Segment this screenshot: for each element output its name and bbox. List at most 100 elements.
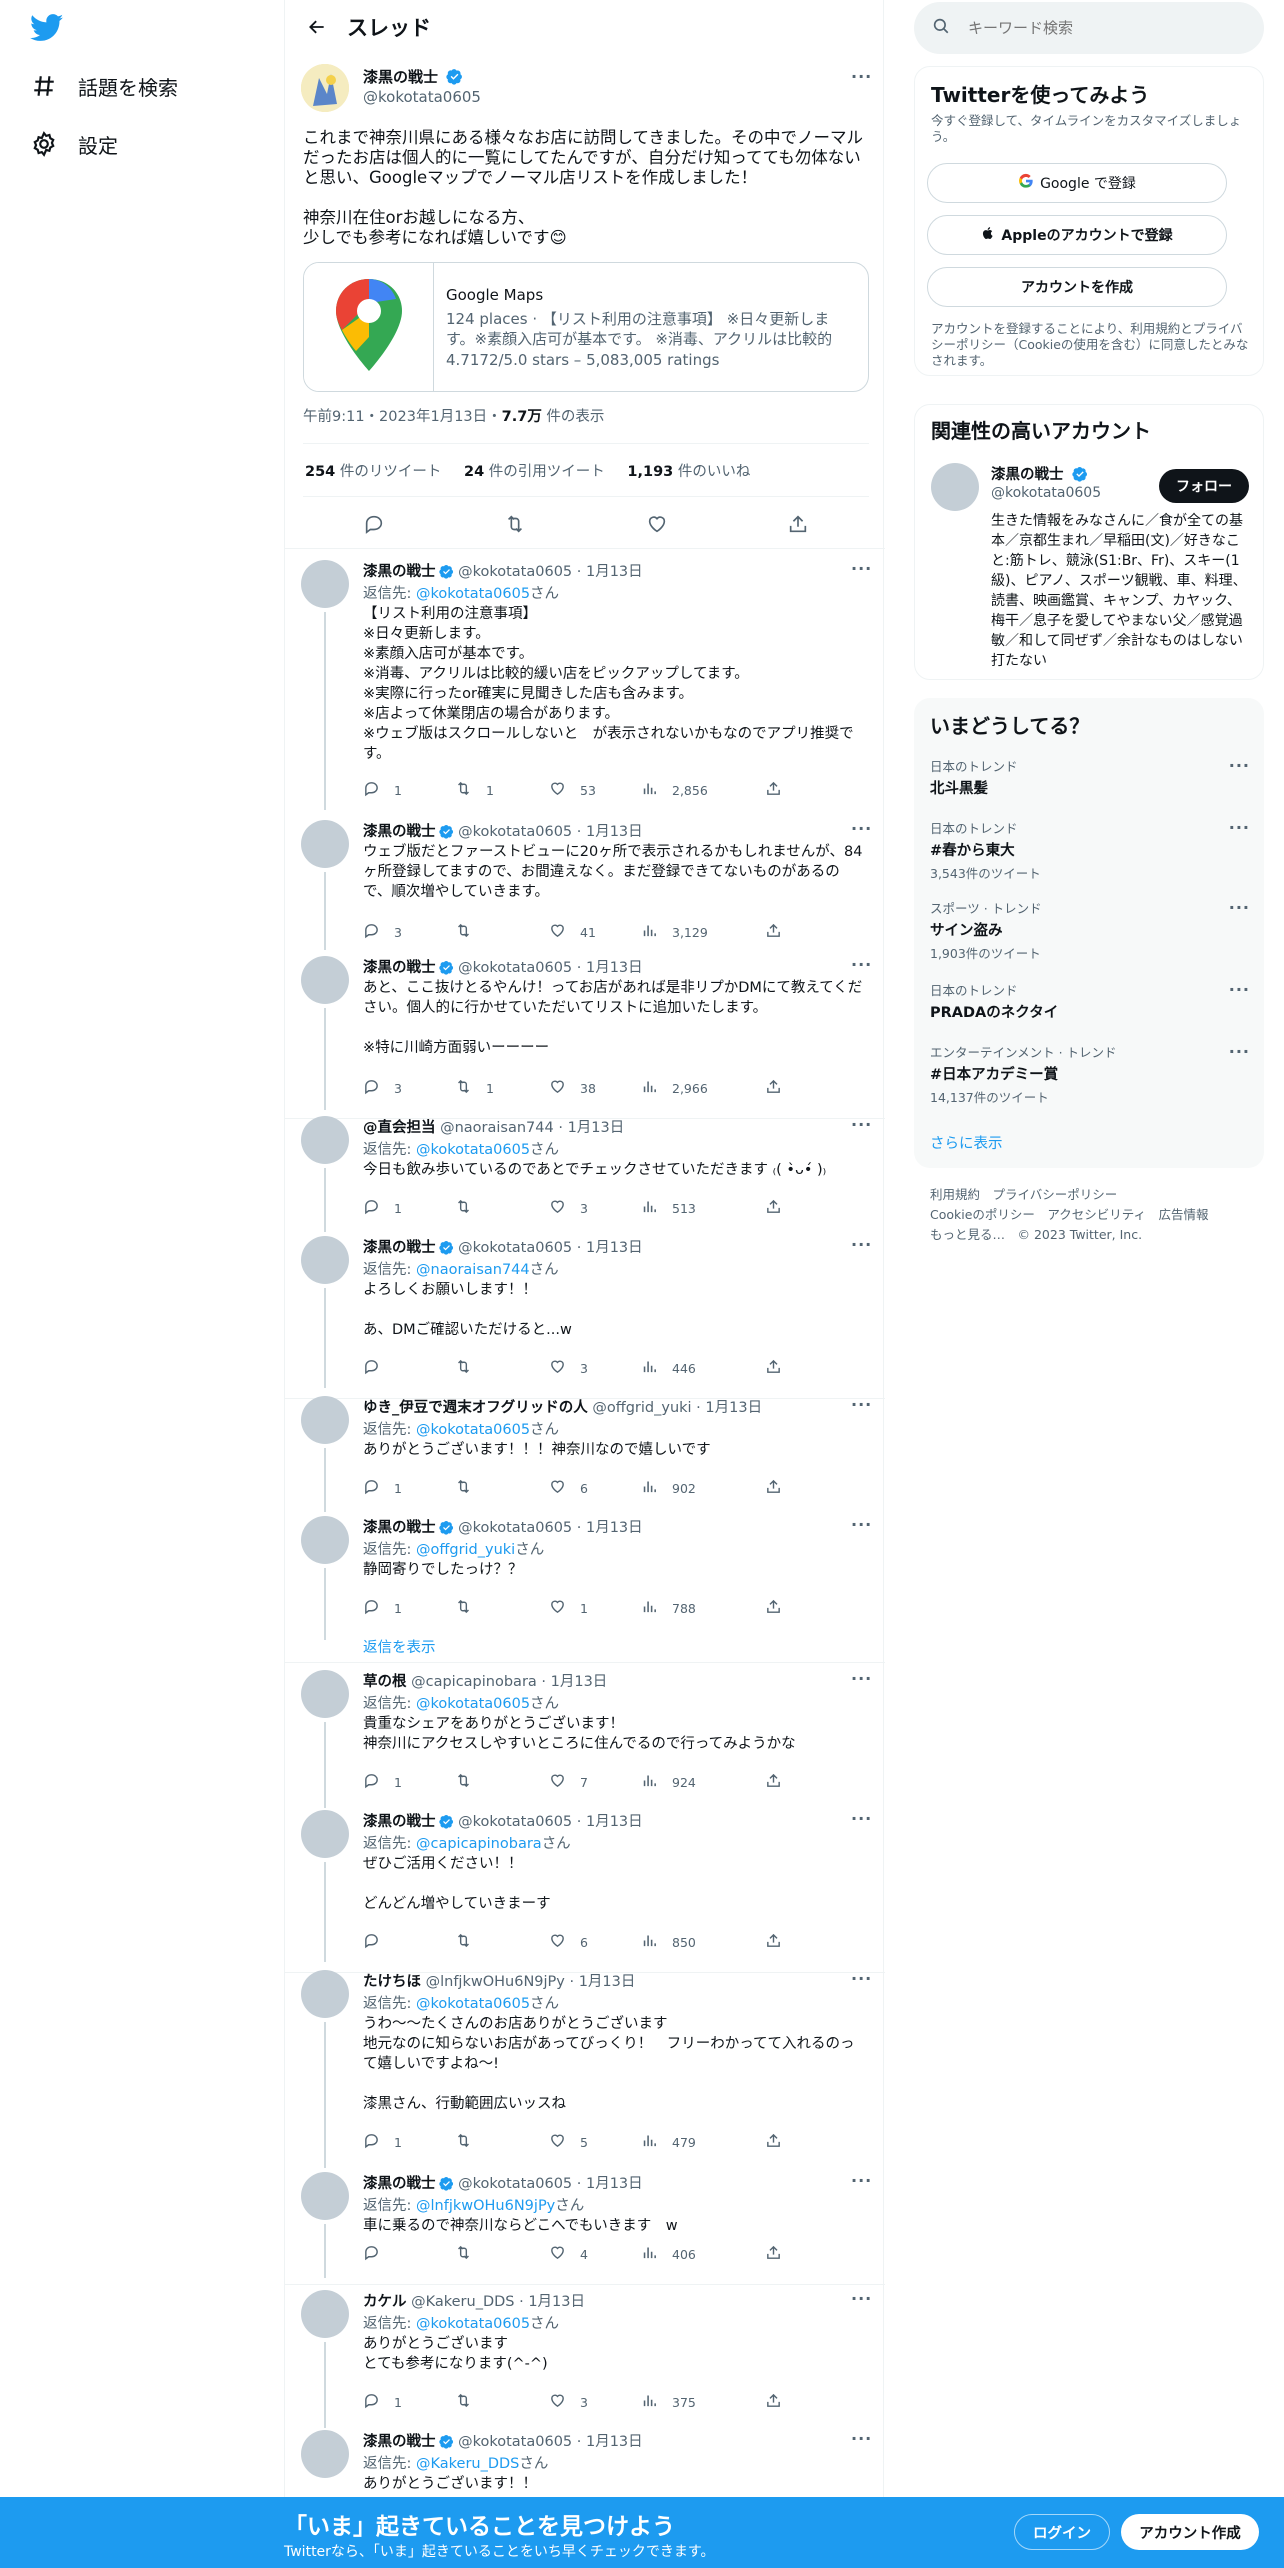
reply-author-name[interactable]: 漆黒の戦士 [363, 2176, 436, 2192]
retweet-button[interactable] [455, 1478, 486, 1498]
views-button[interactable]: 902 [641, 1478, 696, 1498]
more-options-icon[interactable]: ··· [851, 1237, 871, 1260]
show-replies-link[interactable]: 返信を表示 [363, 1636, 436, 1657]
reply-author-name[interactable]: 漆黒の戦士 [363, 564, 436, 580]
reply-author-name[interactable]: @直会担当 [363, 1120, 436, 1136]
like-button[interactable]: 1 [549, 1598, 588, 1618]
like-button[interactable]: 7 [549, 1772, 588, 1792]
views-button[interactable]: 850 [641, 1932, 696, 1952]
trend-item[interactable]: 日本のトレンド #春から東大 3,543件のツイート ··· [930, 818, 1250, 882]
reply-button[interactable]: 1 [363, 1772, 402, 1792]
views-button[interactable]: 375 [641, 2392, 696, 2412]
related-name[interactable]: 漆黒の戦士 [991, 467, 1064, 483]
share-button[interactable] [765, 2132, 796, 2152]
retweet-button[interactable] [455, 2244, 486, 2264]
link-card[interactable]: Google Maps 124 places · 【リスト利用の注意事項】 ※日… [303, 262, 869, 392]
views-button[interactable]: 3,129 [641, 922, 708, 942]
author-name[interactable]: 漆黒の戦士 [363, 68, 438, 86]
share-button[interactable] [765, 2392, 796, 2412]
reply-author-name[interactable]: 漆黒の戦士 [363, 1814, 436, 1830]
reply-button[interactable]: 1 [363, 1598, 402, 1618]
reply-to-handle[interactable]: @kokotata0605 [416, 1696, 530, 1712]
more-options-icon[interactable]: ··· [851, 2291, 871, 2314]
reply-author-name[interactable]: 漆黒の戦士 [363, 1240, 436, 1256]
reply-author-name[interactable]: たけちほ [363, 1974, 421, 1990]
more-options-icon[interactable]: ··· [851, 957, 871, 980]
show-more-link[interactable]: さらに表示 [930, 1132, 1003, 1153]
reply-button[interactable]: 1 [363, 2392, 402, 2412]
reply-button[interactable]: 3 [363, 922, 402, 942]
more-options-icon[interactable]: ··· [851, 1671, 871, 1694]
footer-links-3[interactable]: もっと見る… © 2023 Twitter, Inc. [930, 1225, 1250, 1245]
more-options-icon[interactable]: ··· [851, 1397, 871, 1420]
reply-to-handle[interactable]: @kokotata0605 [416, 1996, 530, 2012]
trend-item[interactable]: 日本のトレンド 北斗黒髪 ··· [930, 756, 1250, 798]
more-options-icon[interactable]: ··· [1229, 756, 1250, 775]
reply-button[interactable]: 1 [363, 2132, 402, 2152]
retweet-button[interactable] [455, 1598, 486, 1618]
likes-stat[interactable]: 1,193 件のいいね [627, 464, 750, 480]
like-button[interactable]: 3 [549, 1198, 588, 1218]
reply-author-name[interactable]: 漆黒の戦士 [363, 960, 436, 976]
reply-to-handle[interactable]: @kokotata0605 [416, 1422, 530, 1438]
like-button[interactable]: 3 [549, 1358, 588, 1378]
retweet-button[interactable] [455, 922, 486, 942]
quotes-stat[interactable]: 24 件の引用ツイート [464, 464, 605, 480]
avatar[interactable] [301, 956, 349, 1004]
reply-to-handle[interactable]: @offgrid_yuki [416, 1542, 515, 1558]
reply-button[interactable]: 1 [363, 1198, 402, 1218]
share-button[interactable] [765, 1772, 796, 1792]
reply-button[interactable] [363, 1932, 394, 1952]
share-button[interactable] [765, 1078, 796, 1098]
avatar[interactable] [301, 2290, 349, 2338]
login-button[interactable]: ログイン [1014, 2514, 1110, 2550]
search-input[interactable] [968, 19, 1228, 37]
more-options-icon[interactable]: ··· [851, 821, 871, 844]
reply-to-handle[interactable]: @capicapinobara [416, 1836, 542, 1852]
retweet-button[interactable] [455, 2132, 486, 2152]
retweet-icon[interactable] [499, 508, 531, 540]
avatar[interactable] [301, 560, 349, 608]
avatar[interactable] [301, 1396, 349, 1444]
avatar[interactable] [301, 1810, 349, 1858]
signup-button[interactable]: アカウント作成 [1121, 2514, 1259, 2550]
more-options-icon[interactable]: ··· [851, 1117, 871, 1140]
reply-author-name[interactable]: 漆黒の戦士 [363, 1520, 436, 1536]
avatar[interactable] [301, 820, 349, 868]
views-button[interactable]: 406 [641, 2244, 696, 2264]
reply-to-handle[interactable]: @kokotata0605 [416, 1142, 530, 1158]
retweet-button[interactable] [455, 1772, 486, 1792]
views-button[interactable]: 788 [641, 1598, 696, 1618]
reply-to-handle[interactable]: @naoraisan744 [416, 1262, 530, 1278]
avatar[interactable] [301, 1516, 349, 1564]
avatar[interactable] [301, 1236, 349, 1284]
share-button[interactable] [765, 1478, 796, 1498]
more-options-icon[interactable]: ··· [1229, 980, 1250, 999]
nav-explore[interactable]: 話題を検索 [30, 62, 178, 110]
reply-button[interactable] [363, 1358, 394, 1378]
back-arrow-icon[interactable] [289, 0, 345, 54]
reply-to-handle[interactable]: @lnfjkwOHu6N9jPy [416, 2198, 555, 2214]
tweet-time[interactable]: 午前9:11・2023年1月13日・ [303, 409, 502, 425]
like-icon[interactable] [641, 508, 673, 540]
reply-author-name[interactable]: 草の根 [363, 1674, 407, 1690]
like-button[interactable]: 41 [549, 922, 596, 942]
like-button[interactable]: 38 [549, 1078, 596, 1098]
more-options-icon[interactable]: ··· [1229, 898, 1250, 917]
footer-links-1[interactable]: 利用規約 プライバシーポリシー [930, 1185, 1250, 1205]
retweet-button[interactable]: 1 [455, 1078, 494, 1098]
avatar[interactable] [301, 2430, 349, 2478]
reply-to-handle[interactable]: @kokotata0605 [416, 2316, 530, 2332]
more-options-icon[interactable]: ··· [851, 1811, 871, 1834]
more-options-icon[interactable]: ··· [1229, 818, 1250, 837]
share-button[interactable] [765, 2244, 796, 2264]
trend-item[interactable]: 日本のトレンド PRADAのネクタイ ··· [930, 980, 1250, 1022]
retweet-button[interactable] [455, 1198, 486, 1218]
like-button[interactable]: 5 [549, 2132, 588, 2152]
reply-to-handle[interactable]: @kokotata0605 [416, 586, 530, 602]
more-options-icon[interactable]: ··· [1229, 1042, 1250, 1061]
follow-button[interactable]: フォロー [1159, 469, 1249, 503]
trend-item[interactable]: エンターテインメント · トレンド #日本アカデミー賞 14,137件のツイート ··… [930, 1042, 1250, 1106]
reply-button[interactable]: 3 [363, 1078, 402, 1098]
apple-signup-button[interactable]: Appleのアカウントで登録 [927, 215, 1227, 255]
